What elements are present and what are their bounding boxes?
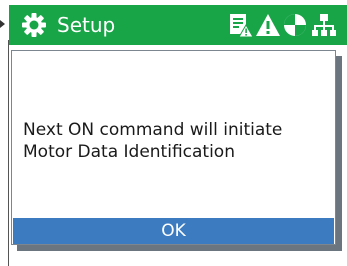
header-bar: Setup: [9, 5, 347, 45]
dialog-message-line-1: Next ON command will initiate: [23, 120, 283, 140]
warning-icon: [256, 14, 280, 36]
dialog-message-line-2: Motor Data Identification: [23, 142, 235, 162]
header-title: Setup: [57, 13, 116, 37]
dialog-message: Next ON command will initiate Motor Data…: [23, 119, 323, 163]
document-warning-icon: [230, 14, 254, 38]
left-edge-line: [8, 40, 9, 266]
ok-button[interactable]: OK: [13, 218, 334, 244]
status-pie-icon: [284, 14, 306, 36]
network-icon: [312, 14, 336, 36]
edge-arrow-icon: [0, 20, 5, 28]
screen: Setup Next ON command will initiate Moto…: [0, 0, 347, 266]
confirmation-dialog: Next ON command will initiate Motor Data…: [11, 50, 336, 245]
gear-icon: [22, 13, 46, 37]
